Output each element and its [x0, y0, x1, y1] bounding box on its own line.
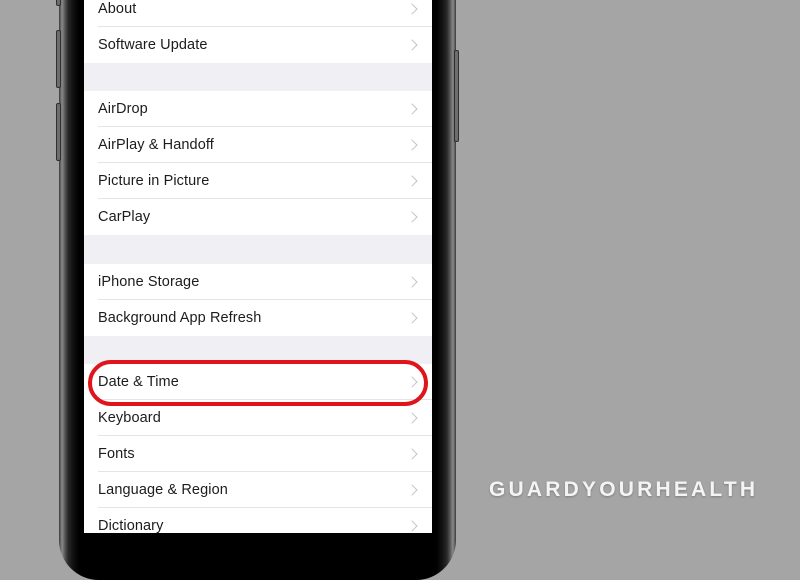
settings-row-carplay[interactable]: CarPlay: [84, 199, 432, 235]
chevron-right-icon: [406, 376, 418, 388]
row-label: AirDrop: [98, 101, 148, 117]
chevron-right-icon: [406, 211, 418, 223]
row-label: AirPlay & Handoff: [98, 137, 214, 153]
volume-down-button: [56, 103, 61, 161]
settings-row-software-update[interactable]: Software Update: [84, 27, 432, 63]
settings-row-background-app-refresh[interactable]: Background App Refresh: [84, 300, 432, 336]
chevron-right-icon: [406, 175, 418, 187]
row-label: Keyboard: [98, 410, 161, 426]
row-label: Fonts: [98, 446, 135, 462]
settings-row-airdrop[interactable]: AirDrop: [84, 91, 432, 127]
settings-row-about[interactable]: About: [84, 0, 432, 27]
row-label: Dictionary: [98, 518, 164, 533]
chevron-right-icon: [406, 448, 418, 460]
watermark: GUARDYOURHEALTH: [489, 478, 759, 501]
settings-row-language-region[interactable]: Language & Region: [84, 472, 432, 508]
chevron-right-icon: [406, 103, 418, 115]
settings-row-fonts[interactable]: Fonts: [84, 436, 432, 472]
row-label: CarPlay: [98, 209, 151, 225]
chevron-right-icon: [406, 139, 418, 151]
settings-row-date-time[interactable]: Date & Time: [84, 364, 432, 400]
settings-row-keyboard[interactable]: Keyboard: [84, 400, 432, 436]
row-label: Background App Refresh: [98, 310, 262, 326]
power-button: [454, 50, 459, 142]
row-label: About: [98, 1, 137, 17]
row-label: Picture in Picture: [98, 173, 210, 189]
silent-switch: [56, 0, 61, 6]
chevron-right-icon: [406, 312, 418, 324]
settings-screen: About Software Update AirDrop AirPlay & …: [84, 0, 432, 533]
settings-row-dictionary[interactable]: Dictionary: [84, 508, 432, 533]
chevron-right-icon: [406, 276, 418, 288]
chevron-right-icon: [406, 39, 418, 51]
settings-row-airplay-handoff[interactable]: AirPlay & Handoff: [84, 127, 432, 163]
volume-up-button: [56, 30, 61, 88]
chevron-right-icon: [406, 412, 418, 424]
row-label: iPhone Storage: [98, 274, 200, 290]
row-label: Date & Time: [98, 374, 179, 390]
row-label: Software Update: [98, 37, 208, 53]
row-label: Language & Region: [98, 482, 228, 498]
chevron-right-icon: [406, 520, 418, 532]
chevron-right-icon: [406, 3, 418, 15]
chevron-right-icon: [406, 484, 418, 496]
settings-row-iphone-storage[interactable]: iPhone Storage: [84, 264, 432, 300]
settings-row-picture-in-picture[interactable]: Picture in Picture: [84, 163, 432, 199]
